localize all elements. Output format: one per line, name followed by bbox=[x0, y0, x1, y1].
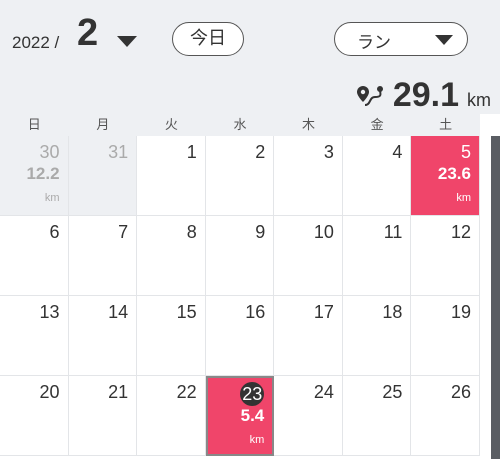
day-number: 14 bbox=[108, 302, 129, 322]
day-number: 24 bbox=[313, 382, 334, 402]
day-cell[interactable]: 24 bbox=[274, 376, 343, 456]
monthly-total: 29.1 km bbox=[355, 76, 491, 115]
day-number: 22 bbox=[176, 382, 197, 402]
today-button[interactable]: 今日 bbox=[172, 22, 244, 56]
day-number: 10 bbox=[313, 222, 334, 242]
calendar-header: 2022 / 2 今日 ラン 29.1 km bbox=[0, 0, 500, 114]
day-distance: 23.6 bbox=[437, 164, 471, 183]
chevron-down-icon[interactable] bbox=[117, 36, 137, 47]
day-cell[interactable]: 31 bbox=[68, 136, 138, 216]
day-cell[interactable]: 23 5.4 km bbox=[205, 376, 275, 456]
day-cell[interactable]: 14 bbox=[68, 296, 138, 376]
day-cell[interactable]: 19 bbox=[411, 296, 480, 376]
weekday-label: 火 bbox=[164, 117, 178, 132]
day-distance: 5.4 bbox=[240, 406, 265, 425]
day-number: 3 bbox=[323, 142, 334, 162]
weekday-label: 日 bbox=[27, 117, 41, 132]
activity-type-select[interactable]: ラン bbox=[334, 22, 468, 56]
day-cell[interactable]: 8 bbox=[137, 216, 206, 296]
day-number: 7 bbox=[118, 222, 129, 242]
total-distance-value: 29.1 bbox=[392, 76, 459, 114]
day-cell[interactable]: 16 bbox=[205, 296, 275, 376]
day-distance-unit: km bbox=[249, 434, 265, 446]
day-distance: 12.2 bbox=[26, 164, 60, 183]
day-cell[interactable]: 15 bbox=[137, 296, 206, 376]
day-number: 15 bbox=[176, 302, 197, 322]
day-number: 8 bbox=[186, 222, 197, 242]
day-number: 20 bbox=[39, 382, 60, 402]
day-distance-unit: km bbox=[456, 192, 471, 204]
weekday-label: 土 bbox=[439, 117, 453, 132]
day-cell[interactable]: 22 bbox=[137, 376, 206, 456]
weekday-label: 木 bbox=[302, 117, 316, 132]
day-cell[interactable]: 5 23.6 km bbox=[411, 136, 480, 216]
day-number: 6 bbox=[49, 222, 60, 242]
total-distance-unit: km bbox=[467, 90, 491, 110]
day-number: 21 bbox=[108, 382, 129, 402]
day-number: 16 bbox=[245, 302, 266, 322]
scrollbar[interactable] bbox=[491, 136, 500, 459]
day-cell[interactable]: 3 bbox=[274, 136, 343, 216]
weekday-label: 月 bbox=[96, 117, 110, 132]
day-distance-unit: km bbox=[44, 192, 60, 204]
day-number: 17 bbox=[313, 302, 334, 322]
chevron-down-icon bbox=[435, 35, 453, 45]
day-cell[interactable]: 4 bbox=[342, 136, 412, 216]
day-number: 25 bbox=[382, 382, 403, 402]
day-number: 1 bbox=[186, 142, 197, 162]
day-cell[interactable]: 21 bbox=[68, 376, 138, 456]
day-number: 5 bbox=[460, 142, 471, 162]
day-number: 26 bbox=[450, 382, 471, 402]
day-number: 19 bbox=[450, 302, 471, 322]
day-cell[interactable]: 6 bbox=[0, 216, 69, 296]
weekday-label: 金 bbox=[370, 117, 384, 132]
day-cell[interactable]: 17 bbox=[274, 296, 343, 376]
year-label: 2022 / bbox=[12, 33, 60, 52]
day-cell[interactable]: 9 bbox=[205, 216, 275, 296]
weekday-label: 水 bbox=[233, 117, 247, 132]
day-cell[interactable]: 30 12.2 km bbox=[0, 136, 69, 216]
day-cell[interactable]: 1 bbox=[137, 136, 206, 216]
day-number: 23 bbox=[240, 382, 265, 406]
day-cell[interactable]: 2 bbox=[205, 136, 275, 216]
day-cell[interactable]: 25 bbox=[342, 376, 412, 456]
day-cell[interactable]: 7 bbox=[68, 216, 138, 296]
day-number: 13 bbox=[39, 302, 60, 322]
day-cell[interactable]: 13 bbox=[0, 296, 69, 376]
day-number: 12 bbox=[450, 222, 471, 242]
day-cell[interactable]: 18 bbox=[342, 296, 412, 376]
day-number: 30 bbox=[39, 142, 60, 162]
day-number: 4 bbox=[392, 142, 403, 162]
day-cell[interactable]: 10 bbox=[274, 216, 343, 296]
day-number: 11 bbox=[383, 222, 403, 242]
day-number: 31 bbox=[108, 142, 129, 162]
day-number: 9 bbox=[255, 222, 266, 242]
day-cell[interactable]: 26 bbox=[411, 376, 480, 456]
day-cell[interactable]: 12 bbox=[411, 216, 480, 296]
route-icon bbox=[356, 85, 383, 106]
month-label[interactable]: 2 bbox=[77, 12, 98, 55]
weekday-row: 日 月 火 水 木 金 土 bbox=[0, 114, 480, 136]
day-number: 2 bbox=[255, 142, 266, 162]
day-number: 18 bbox=[382, 302, 403, 322]
day-cell[interactable]: 11 bbox=[342, 216, 412, 296]
day-cell[interactable]: 20 bbox=[0, 376, 69, 456]
activity-type-label: ラン bbox=[357, 33, 391, 52]
